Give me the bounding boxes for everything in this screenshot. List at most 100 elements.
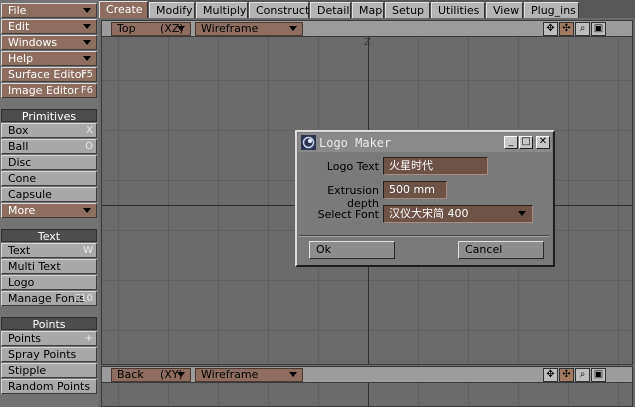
stipple-tool-label: Stipple — [8, 364, 47, 377]
logo-text-input[interactable]: 火星时代 — [383, 157, 488, 175]
dialog-title: Logo Maker — [319, 136, 392, 150]
render-mode-select[interactable]: Wireframe — [195, 22, 303, 36]
tab-setup[interactable]: Setup — [385, 2, 430, 18]
tab-bar: Create Modify Multiply Construct Detail … — [99, 0, 635, 18]
ball-tool-label: Ball — [8, 140, 29, 153]
multi-text-tool-label: Multi Text — [8, 260, 61, 273]
surface-editor-button[interactable]: Surface Editor F5 — [1, 67, 97, 82]
app-logo-icon — [301, 135, 316, 150]
more-primitives-menu[interactable]: More — [1, 203, 97, 218]
image-editor-button[interactable]: Image Editor F6 — [1, 83, 97, 98]
chevron-down-icon — [83, 56, 91, 61]
shortcut-label: X — [86, 125, 93, 136]
tab-detail[interactable]: Detail — [310, 2, 351, 18]
help-menu-label: Help — [8, 52, 34, 65]
ball-tool[interactable]: Ball O — [1, 139, 97, 154]
capsule-tool[interactable]: Capsule — [1, 187, 97, 202]
image-editor-label: Image Editor — [8, 84, 79, 97]
tab-view[interactable]: View — [486, 2, 523, 18]
view-select-label: Top — [117, 22, 136, 35]
back-viewport[interactable]: Back (XY) Wireframe ✥ ✣ ⌕ ▣ — [101, 366, 633, 407]
disc-tool-label: Disc — [8, 156, 32, 169]
shortcut-label: O — [85, 141, 93, 152]
box-tool[interactable]: Box X — [1, 123, 97, 138]
dialog-separator — [299, 235, 549, 237]
dialog-title-bar[interactable]: Logo Maker _ □ ✕ — [298, 133, 552, 152]
surface-editor-label: Surface Editor — [8, 68, 86, 81]
font-select-value: 汉仪大宋简 400 — [389, 207, 469, 220]
tab-multiply[interactable]: Multiply — [196, 2, 248, 18]
maximize-icon[interactable]: ▣ — [591, 368, 606, 382]
render-mode-label: Wireframe — [201, 368, 259, 381]
view-select[interactable]: Top (XZ) — [111, 22, 191, 36]
primitives-header: Primitives — [1, 109, 97, 123]
stipple-tool[interactable]: Stipple — [1, 363, 97, 378]
file-menu[interactable]: File — [1, 3, 97, 18]
shortcut-label: F6 — [80, 85, 93, 96]
extrusion-depth-input[interactable]: 500 mm — [383, 181, 447, 199]
cancel-button[interactable]: Cancel — [458, 241, 544, 259]
chevron-down-icon — [83, 24, 91, 29]
z-axis-label: Z — [364, 37, 371, 48]
text-tool-label: Text — [8, 244, 31, 257]
close-icon[interactable]: ✕ — [536, 136, 550, 149]
zoom-icon[interactable]: ⌕ — [575, 368, 590, 382]
file-menu-label: File — [8, 4, 27, 17]
disc-tool[interactable]: Disc — [1, 155, 97, 170]
move-icon[interactable]: ✥ — [543, 368, 558, 382]
render-mode-select[interactable]: Wireframe — [195, 368, 303, 382]
view-select[interactable]: Back (XY) — [111, 368, 191, 382]
tab-create[interactable]: Create — [99, 1, 148, 18]
rotate-icon[interactable]: ✣ — [559, 22, 574, 36]
move-icon[interactable]: ✥ — [543, 22, 558, 36]
windows-menu-label: Windows — [8, 36, 58, 49]
cone-tool[interactable]: Cone — [1, 171, 97, 186]
zoom-icon[interactable]: ⌕ — [575, 22, 590, 36]
shortcut-label: W — [83, 245, 93, 256]
windows-menu[interactable]: Windows — [1, 35, 97, 50]
tab-utilities[interactable]: Utilities — [431, 2, 485, 18]
edit-menu-label: Edit — [8, 20, 30, 33]
chevron-down-icon — [83, 208, 91, 213]
tab-modify[interactable]: Modify — [149, 2, 195, 18]
tab-map[interactable]: Map — [352, 2, 384, 18]
grid-lines — [118, 383, 619, 406]
random-points-tool-label: Random Points — [8, 380, 91, 393]
viewport-header: Top (XZ) Wireframe ✥ ✣ ⌕ ▣ — [102, 21, 632, 37]
minimize-icon[interactable]: _ — [504, 136, 518, 149]
viewport-grid — [102, 383, 632, 406]
logo-text-label: Logo Text — [326, 160, 379, 173]
chevron-down-icon — [289, 26, 297, 31]
edit-menu[interactable]: Edit — [1, 19, 97, 34]
more-primitives-label: More — [8, 204, 36, 217]
text-tool[interactable]: Text W — [1, 243, 97, 258]
manage-fonts-button[interactable]: Manage Fonts F10 — [1, 291, 97, 306]
shortcut-label: + — [84, 333, 93, 344]
logo-tool[interactable]: Logo — [1, 275, 97, 290]
random-points-tool[interactable]: Random Points — [1, 379, 97, 394]
cone-tool-label: Cone — [8, 172, 37, 185]
render-mode-label: Wireframe — [201, 22, 259, 35]
box-tool-label: Box — [8, 124, 29, 137]
spray-points-tool[interactable]: Spray Points — [1, 347, 97, 362]
points-header: Points — [1, 317, 97, 331]
rotate-icon[interactable]: ✣ — [559, 368, 574, 382]
text-header: Text — [1, 229, 97, 243]
chevron-down-icon — [177, 26, 185, 31]
help-menu[interactable]: Help — [1, 51, 97, 66]
extrusion-depth-label: Extrusion depth — [327, 184, 379, 210]
points-tool[interactable]: Points + — [1, 331, 97, 346]
points-tool-label: Points — [8, 332, 42, 345]
toolbar-sidebar: File Edit Windows Help Surface Editor F5… — [0, 0, 99, 407]
multi-text-tool[interactable]: Multi Text — [1, 259, 97, 274]
maximize-icon[interactable]: ▣ — [591, 22, 606, 36]
font-select[interactable]: 汉仪大宋简 400 — [383, 205, 533, 223]
logo-maker-dialog: Logo Maker _ □ ✕ Logo Text 火星时代 Extrusio… — [295, 130, 555, 267]
ok-button[interactable]: Ok — [309, 241, 395, 259]
chevron-down-icon — [83, 8, 91, 13]
tab-plug-ins[interactable]: Plug_ins — [524, 2, 579, 18]
restore-icon[interactable]: □ — [519, 136, 533, 149]
chevron-down-icon — [83, 40, 91, 45]
tab-construct[interactable]: Construct — [249, 2, 309, 18]
select-font-label: Select Font — [317, 208, 379, 221]
